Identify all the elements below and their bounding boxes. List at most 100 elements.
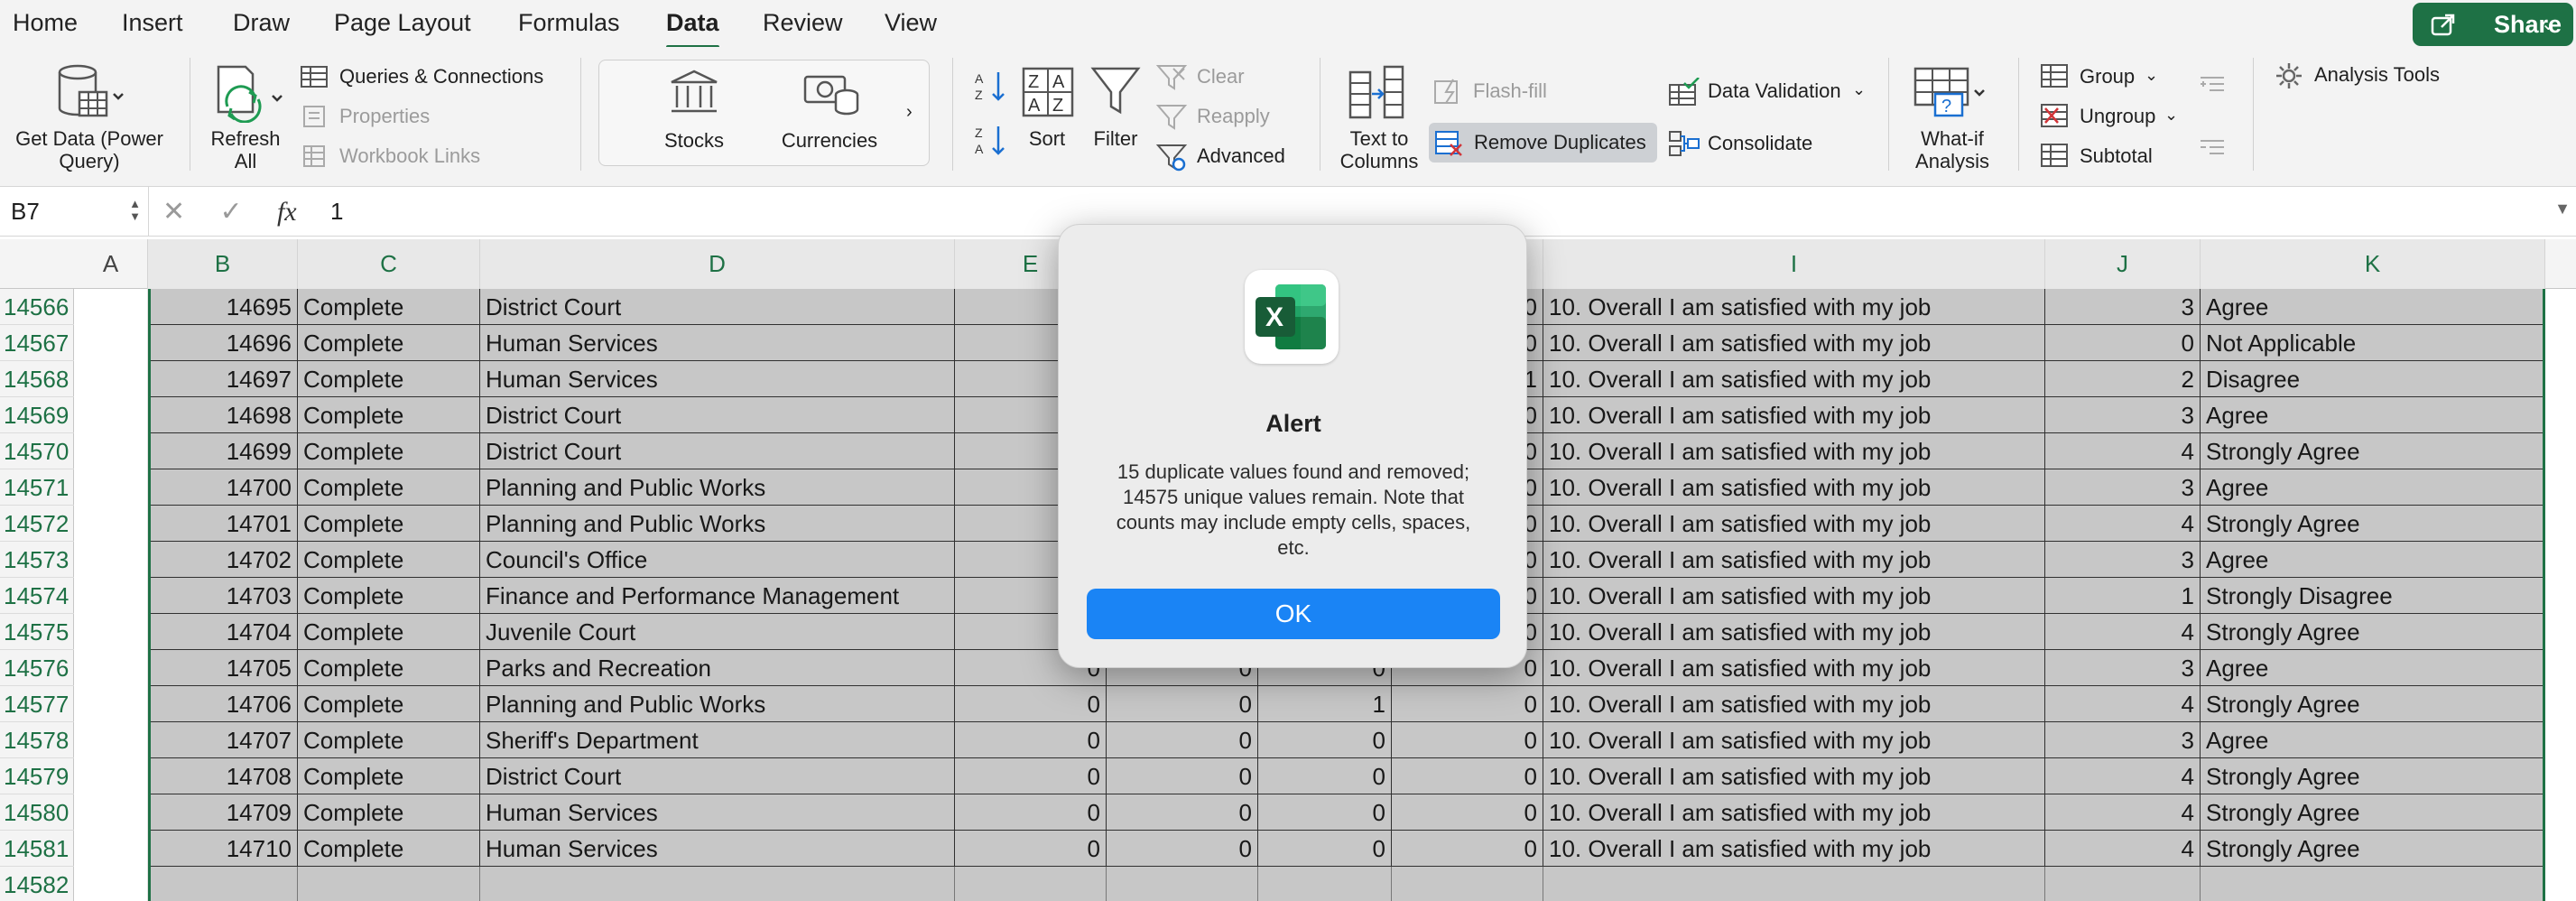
cell-i[interactable]: 10. Overall I am satisfied with my job: [1543, 289, 2045, 325]
consolidate-button[interactable]: Consolidate: [1708, 132, 1812, 155]
cell-i[interactable]: 10. Overall I am satisfied with my job: [1543, 542, 2045, 578]
queries-connections-button[interactable]: Queries & Connections: [339, 65, 543, 88]
cell-d[interactable]: Human Services: [480, 794, 955, 831]
cell-j[interactable]: 3: [2045, 722, 2201, 758]
row-header[interactable]: 14568: [0, 361, 74, 397]
cell-i[interactable]: 10. Overall I am satisfied with my job: [1543, 758, 2045, 794]
cell-j[interactable]: 4: [2045, 433, 2201, 469]
cell-k[interactable]: [2201, 867, 2545, 901]
cell-j[interactable]: [2045, 867, 2201, 901]
cell-k[interactable]: Agree: [2201, 289, 2545, 325]
refresh-all-button[interactable]: Refresh All: [200, 127, 291, 172]
row-header[interactable]: 14573: [0, 542, 74, 578]
cell-k[interactable]: Strongly Agree: [2201, 614, 2545, 650]
cancel-icon[interactable]: ✕: [162, 197, 185, 227]
cell-b[interactable]: 14708: [148, 758, 298, 794]
row-header[interactable]: 14571: [0, 469, 74, 506]
cell-j[interactable]: 4: [2045, 758, 2201, 794]
cell-i[interactable]: 10. Overall I am satisfied with my job: [1543, 506, 2045, 542]
function-icon[interactable]: fx: [277, 197, 297, 227]
cell-d[interactable]: Human Services: [480, 831, 955, 867]
cell-f[interactable]: 0: [1107, 722, 1258, 758]
cell-i[interactable]: 10. Overall I am satisfied with my job: [1543, 469, 2045, 506]
row-header[interactable]: 14567: [0, 325, 74, 361]
cell-k[interactable]: Strongly Agree: [2201, 794, 2545, 831]
advanced-button[interactable]: Advanced: [1197, 144, 1285, 168]
tab-review[interactable]: Review: [763, 7, 843, 38]
name-box[interactable]: B7 ▲ ▼: [0, 187, 149, 237]
tab-data[interactable]: Data: [666, 7, 719, 50]
enter-icon[interactable]: ✓: [219, 197, 242, 227]
subtotal-button[interactable]: Subtotal: [2080, 144, 2153, 168]
clear-button[interactable]: Clear: [1197, 65, 1245, 88]
cell-c[interactable]: Complete: [298, 831, 480, 867]
data-validation-button[interactable]: Data Validation: [1708, 79, 1841, 103]
cell-d[interactable]: Human Services: [480, 325, 955, 361]
row-header[interactable]: 14572: [0, 506, 74, 542]
cell-j[interactable]: 3: [2045, 542, 2201, 578]
flash-fill-button[interactable]: Flash-fill: [1473, 79, 1547, 103]
cell-d[interactable]: Council's Office: [480, 542, 955, 578]
cell-i[interactable]: 10. Overall I am satisfied with my job: [1543, 686, 2045, 722]
name-box-stepper[interactable]: ▲ ▼: [129, 198, 141, 223]
cell-j[interactable]: 0: [2045, 325, 2201, 361]
chevron-down-icon[interactable]: ⌄: [2145, 63, 2158, 87]
row-header[interactable]: 14582: [0, 867, 74, 901]
cell-k[interactable]: Not Applicable: [2201, 325, 2545, 361]
cell-k[interactable]: Agree: [2201, 542, 2545, 578]
cell-j[interactable]: 4: [2045, 686, 2201, 722]
row-header[interactable]: 14569: [0, 397, 74, 433]
cell-b[interactable]: 14697: [148, 361, 298, 397]
column-header-b[interactable]: B: [148, 239, 298, 289]
cell-f[interactable]: [1107, 867, 1258, 901]
row-header[interactable]: 14566: [0, 289, 74, 325]
cell-g[interactable]: 0: [1258, 831, 1392, 867]
row-header[interactable]: 14576: [0, 650, 74, 686]
analysis-tools-button[interactable]: Analysis Tools: [2314, 63, 2440, 87]
text-to-columns-button[interactable]: Text to Columns: [1332, 127, 1426, 172]
cell-j[interactable]: 3: [2045, 397, 2201, 433]
get-data-button[interactable]: Get Data (Power Query): [4, 127, 175, 172]
tab-draw[interactable]: Draw: [233, 7, 290, 38]
cell-c[interactable]: Complete: [298, 506, 480, 542]
cell-g[interactable]: 1: [1258, 686, 1392, 722]
row-header[interactable]: 14575: [0, 614, 74, 650]
cell-d[interactable]: Sheriff's Department: [480, 722, 955, 758]
column-header-k[interactable]: K: [2201, 239, 2545, 289]
cell-i[interactable]: [1543, 867, 2045, 901]
stocks-button[interactable]: Stocks: [635, 129, 753, 152]
cell-k[interactable]: Strongly Agree: [2201, 686, 2545, 722]
cell-e[interactable]: 0: [955, 686, 1107, 722]
tab-view[interactable]: View: [885, 7, 937, 38]
cell-d[interactable]: District Court: [480, 758, 955, 794]
cell-d[interactable]: Finance and Performance Management: [480, 578, 955, 614]
cell-d[interactable]: District Court: [480, 289, 955, 325]
cell-k[interactable]: Strongly Agree: [2201, 831, 2545, 867]
properties-button[interactable]: Properties: [339, 105, 430, 128]
cell-h[interactable]: 0: [1392, 794, 1543, 831]
column-header-i[interactable]: I: [1543, 239, 2045, 289]
cell-j[interactable]: 4: [2045, 614, 2201, 650]
tab-page-layout[interactable]: Page Layout: [334, 7, 471, 38]
cell-c[interactable]: Complete: [298, 469, 480, 506]
cell-b[interactable]: 14704: [148, 614, 298, 650]
cell-g[interactable]: 0: [1258, 722, 1392, 758]
cell-b[interactable]: 14695: [148, 289, 298, 325]
cell-h[interactable]: 0: [1392, 831, 1543, 867]
row-header[interactable]: 14581: [0, 831, 74, 867]
cell-i[interactable]: 10. Overall I am satisfied with my job: [1543, 650, 2045, 686]
cell-c[interactable]: Complete: [298, 289, 480, 325]
cell-b[interactable]: 14701: [148, 506, 298, 542]
cell-b[interactable]: 14699: [148, 433, 298, 469]
ungroup-button[interactable]: Ungroup: [2080, 105, 2155, 128]
row-header[interactable]: 14580: [0, 794, 74, 831]
cell-c[interactable]: Complete: [298, 650, 480, 686]
cell-e[interactable]: 0: [955, 758, 1107, 794]
cell-f[interactable]: 0: [1107, 686, 1258, 722]
column-header-c[interactable]: C: [298, 239, 480, 289]
cell-i[interactable]: 10. Overall I am satisfied with my job: [1543, 794, 2045, 831]
cell-b[interactable]: 14703: [148, 578, 298, 614]
cell-b[interactable]: 14698: [148, 397, 298, 433]
cell-i[interactable]: 10. Overall I am satisfied with my job: [1543, 578, 2045, 614]
tab-insert[interactable]: Insert: [122, 7, 183, 38]
